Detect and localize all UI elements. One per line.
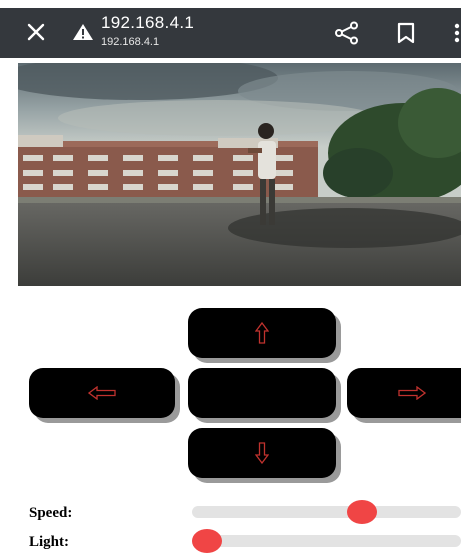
- speed-label: Speed:: [29, 505, 73, 521]
- camera-stream-image: [18, 63, 461, 286]
- bookmark-icon[interactable]: [396, 22, 416, 44]
- backward-button[interactable]: [188, 428, 336, 478]
- arrow-right-icon: [398, 386, 426, 400]
- light-slider-thumb[interactable]: [192, 529, 222, 553]
- right-button[interactable]: [347, 368, 461, 418]
- speed-slider[interactable]: [192, 500, 461, 524]
- more-icon[interactable]: [449, 22, 461, 44]
- share-icon[interactable]: [334, 21, 360, 45]
- url-title[interactable]: 192.168.4.1: [101, 13, 194, 33]
- left-button[interactable]: [29, 368, 175, 418]
- url-subtitle[interactable]: 192.168.4.1: [101, 36, 159, 48]
- speed-slider-thumb[interactable]: [347, 500, 378, 524]
- arrow-down-icon: [255, 442, 269, 464]
- browser-top-bar: 192.168.4.1 192.168.4.1: [0, 8, 461, 58]
- light-label: Light:: [29, 534, 70, 550]
- forward-button[interactable]: [188, 308, 336, 358]
- light-slider[interactable]: [192, 529, 461, 553]
- stop-button[interactable]: [188, 368, 336, 418]
- close-icon[interactable]: [26, 22, 46, 42]
- camera-stream: [18, 63, 461, 286]
- arrow-left-icon: [88, 386, 116, 400]
- warning-icon: [73, 24, 93, 40]
- arrow-up-icon: [255, 322, 269, 344]
